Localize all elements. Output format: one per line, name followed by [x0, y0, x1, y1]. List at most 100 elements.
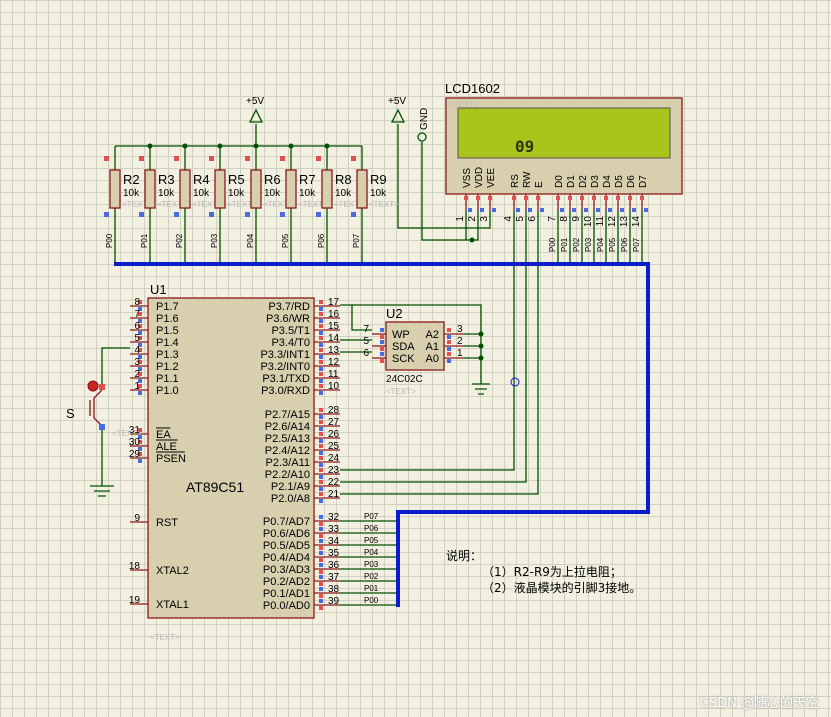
lcd-pin-name: D2: [578, 175, 589, 188]
eeprom-pin-number: 3: [457, 324, 463, 335]
mcu-pin-number: 18: [129, 561, 141, 572]
mcu-pin-number: 3: [134, 357, 140, 368]
mcu-pin-name: P3.5/T1: [271, 325, 310, 337]
lcd-pin-number: 6: [527, 216, 538, 222]
eeprom-text-tag: <TEXT>: [386, 387, 416, 396]
resistor-net-label: P03: [210, 233, 219, 248]
eeprom-pin-name: A1: [426, 341, 439, 353]
switch-ref: S: [66, 406, 75, 421]
lcd-pin-name: D6: [626, 175, 637, 188]
p0-net-label: P03: [364, 560, 379, 569]
mcu-pin-number: 15: [328, 321, 340, 332]
mcu-pin-name: P2.0/A8: [271, 493, 310, 505]
lcd-pin-number: 9: [571, 216, 582, 222]
eeprom-pin-name: SCK: [392, 353, 415, 365]
vcc2-label: +5V: [388, 96, 406, 107]
mcu-pin-name: P3.7/RD: [268, 301, 310, 313]
lcd-pin-name: D5: [614, 175, 625, 188]
resistor-value: 10k: [370, 188, 387, 199]
mcu-pin-name: P1.3: [156, 349, 179, 361]
lcd-pin-number: 4: [503, 216, 514, 222]
mcu-pin-name: P3.1/TXD: [262, 373, 310, 385]
eeprom-part: 24C02C: [386, 374, 423, 385]
lcd-net-label: P00: [548, 237, 557, 252]
mcu-pin-name: XTAL2: [156, 565, 189, 577]
mcu-pin-name: P2.3/A11: [266, 457, 310, 469]
lcd-pin-name: D3: [590, 175, 601, 188]
crossing-marker: [510, 377, 520, 387]
eeprom-pin-name: WP: [392, 329, 410, 341]
mcu-pin-number: 16: [328, 309, 340, 320]
lcd-pin-name: E: [534, 181, 545, 188]
watermark: CSDN @随心的天空: [699, 696, 819, 711]
resistor-ref: R9: [370, 172, 387, 187]
p0-net-label: P06: [364, 524, 379, 533]
resistor-value: 10k: [158, 188, 175, 199]
lcd-pin-name: RW: [522, 171, 533, 188]
resistor-value: 10k: [335, 188, 352, 199]
eeprom-pin-name: A0: [426, 353, 439, 365]
mcu-pin-number: 25: [328, 441, 340, 452]
lcd-pin-name: D1: [566, 175, 577, 188]
mcu-pin-name: P0.2/AD2: [263, 576, 310, 588]
lcd-name: LCD1602: [445, 81, 500, 96]
resistor-ref: R6: [264, 172, 281, 187]
mcu-pin-number: 36: [328, 560, 340, 571]
mcu-pin-name: P0.4/AD4: [263, 552, 310, 564]
mcu-text-tag: <TEXT>: [150, 633, 180, 642]
notes-title: 说明：: [446, 549, 483, 563]
vcc1-label: +5V: [246, 96, 264, 107]
resistor-ref: R5: [228, 172, 245, 187]
resistor-ref: R7: [299, 172, 316, 187]
lcd-pin-number: 14: [631, 216, 642, 228]
lcd-pin-number: 7: [547, 216, 558, 222]
mcu-pin-number: 26: [328, 429, 340, 440]
mcu-pin-name: P0.0/AD0: [263, 600, 310, 612]
mcu-pin-name: P1.1: [156, 373, 179, 385]
vcc1-symbol: +5V: [246, 96, 264, 123]
mcu-pin-number: 33: [328, 524, 340, 535]
mcu-pin-number: 1: [134, 381, 140, 392]
lcd-pin-number: 13: [619, 216, 630, 228]
lcd-pin-name: RS: [510, 174, 521, 188]
mcu-pin-name: PSEN: [156, 453, 186, 465]
mcu-pin-name: P0.5/AD5: [263, 540, 310, 552]
mcu-pin-name: P2.7/A15: [265, 409, 310, 421]
eeprom-pin-name: SDA: [392, 341, 415, 353]
mcu-pin-name: P1.2: [156, 361, 179, 373]
mcu-pin-number: 10: [328, 381, 340, 392]
mcu-pin-number: 7: [134, 309, 140, 320]
mcu-pin-name: P2.4/A12: [265, 445, 310, 457]
p0-net-label: P04: [364, 548, 379, 557]
mcu-pin-number: 8: [134, 297, 140, 308]
mcu-pin-name: P0.6/AD6: [263, 528, 310, 540]
notes-line-2: （2）液晶模块的引脚3接地。: [482, 581, 642, 595]
resistor-ref: R3: [158, 172, 175, 187]
lcd-display-text: 09: [515, 137, 534, 156]
mcu-pin-number: 37: [328, 572, 340, 583]
mcu-pin-name: P2.2/A10: [265, 469, 310, 481]
lcd-pin-name: D4: [602, 175, 613, 188]
resistor-ref: R8: [335, 172, 352, 187]
mcu-pin-name: P3.3/INT1: [260, 349, 310, 361]
lcd-net-label: P04: [596, 237, 605, 252]
mcu-pin-name: P1.7: [156, 301, 179, 313]
resistor-r9[interactable]: R910k<TEXT> P07: [351, 156, 399, 248]
resistor-net-label: P07: [352, 233, 361, 248]
lcd-pin-name: VSS: [462, 168, 473, 188]
resistor-net-label: P04: [246, 233, 255, 248]
mcu-pin-name: P2.1/A9: [271, 481, 310, 493]
resistor-ref: R2: [123, 172, 140, 187]
eeprom-ref: U2: [386, 306, 403, 321]
p0-net-label: P02: [364, 572, 379, 581]
resistor-net-label: P01: [140, 233, 149, 248]
mcu-pin-name: P1.4: [156, 337, 179, 349]
p0-net-label: P07: [364, 512, 379, 521]
mcu-pin-name: P3.4/T0: [271, 337, 310, 349]
p0-net-label: P05: [364, 536, 379, 545]
lcd-net-label: P02: [572, 237, 581, 252]
mcu-ref: U1: [150, 282, 167, 297]
mcu-pin-name: P0.7/AD7: [263, 516, 310, 528]
lcd-pin-number: 12: [607, 216, 618, 228]
resistor-value: 10k: [228, 188, 245, 199]
